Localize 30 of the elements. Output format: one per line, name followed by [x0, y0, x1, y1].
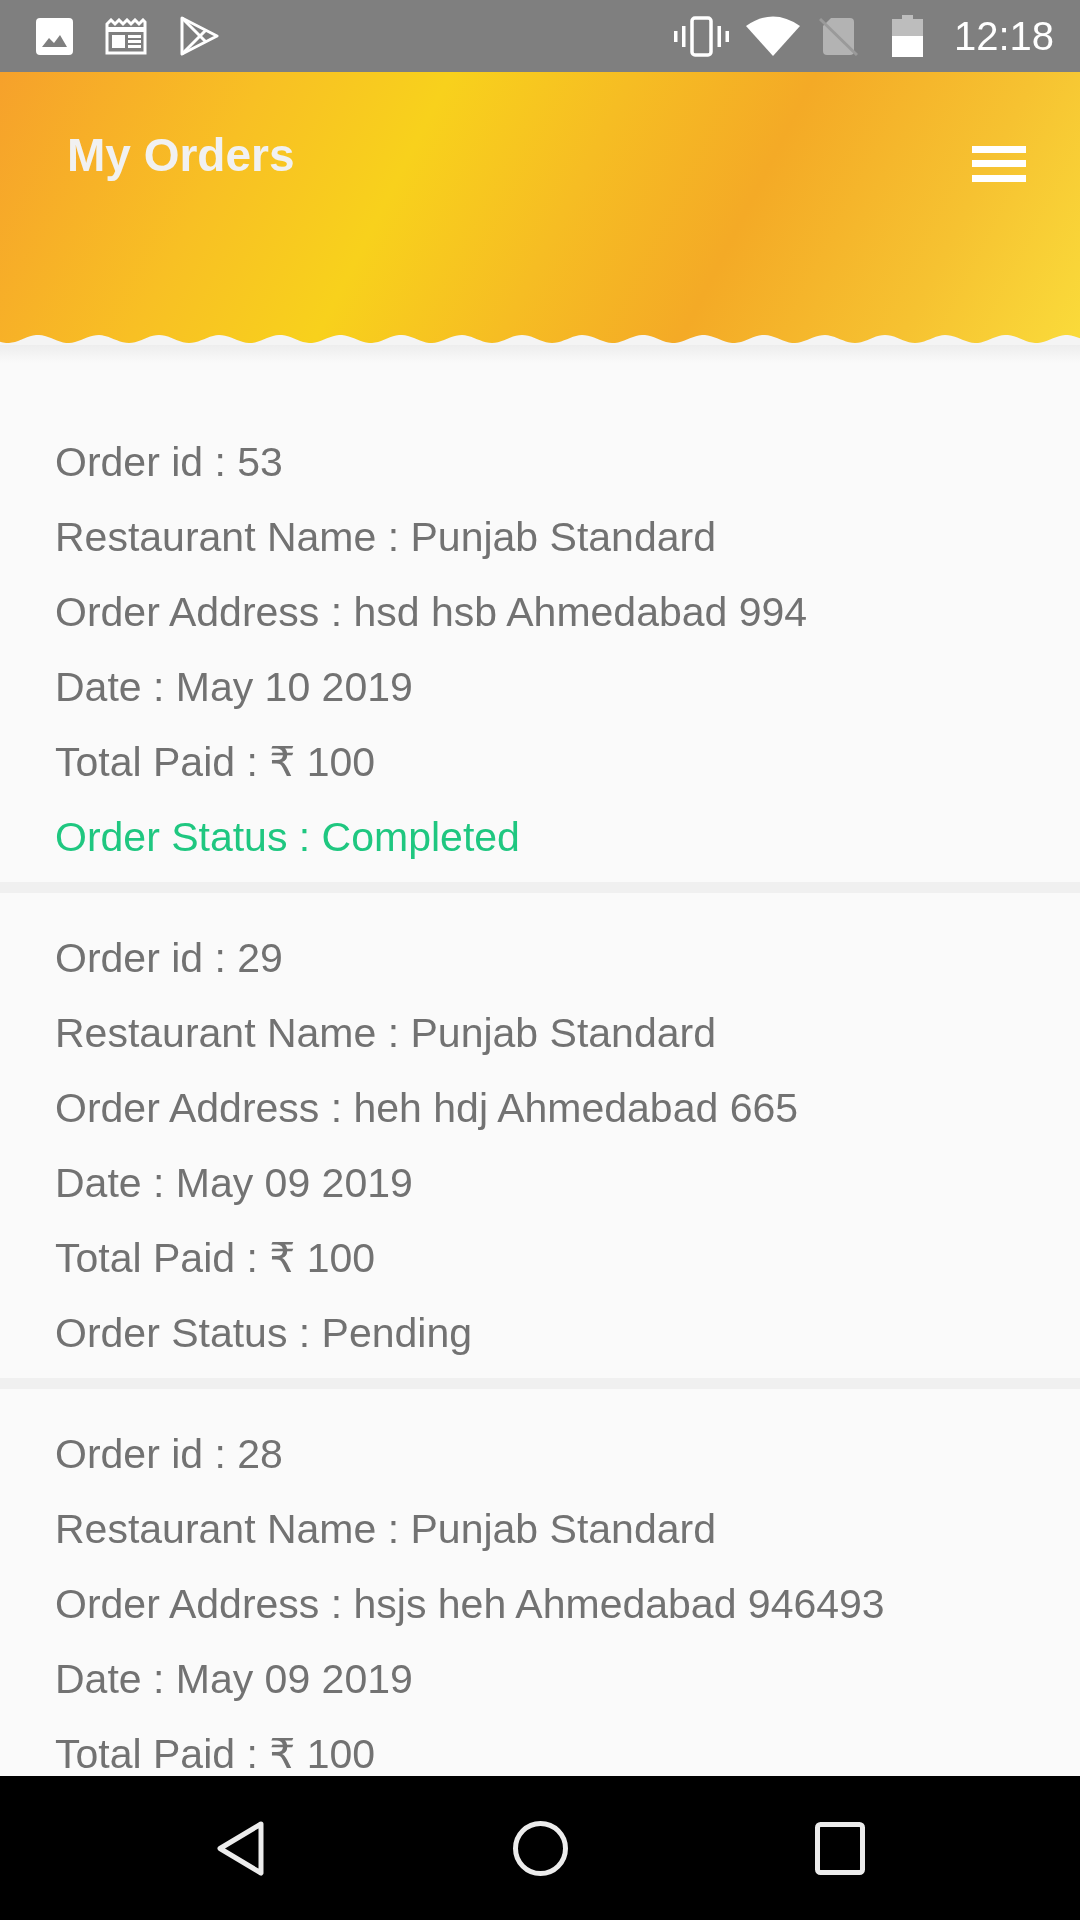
play-store-icon [179, 16, 219, 56]
total-paid-text: Total Paid : ₹ 100 [55, 1234, 376, 1283]
no-sim-icon [818, 16, 858, 56]
order-id-text: Order id : 29 [55, 934, 283, 983]
restaurant-name-text: Restaurant Name : Punjab Standard [55, 513, 716, 562]
order-date-text: Date : May 09 2019 [55, 1159, 413, 1208]
order-address-text: Order Address : hsd hsb Ahmedabad 994 [55, 588, 808, 637]
total-paid-text: Total Paid : ₹ 100 [55, 738, 376, 787]
order-id-text: Order id : 53 [55, 438, 283, 487]
order-id-text: Order id : 28 [55, 1430, 283, 1479]
clock-text: 12:18 [953, 13, 1054, 59]
order-date-text: Date : May 10 2019 [55, 663, 413, 712]
image-icon [36, 17, 73, 55]
order-status-text: Order Status : Completed [55, 813, 520, 862]
total-paid-text: Total Paid : ₹ 100 [55, 1730, 376, 1776]
order-address-text: Order Address : hsjs heh Ahmedabad 946493 [55, 1580, 885, 1629]
vibrate-icon [673, 15, 729, 57]
menu-icon [972, 146, 1026, 182]
restaurant-name-text: Restaurant Name : Punjab Standard [55, 1009, 716, 1058]
recents-icon[interactable] [815, 1821, 865, 1875]
newspaper-icon [105, 17, 147, 55]
order-address-text: Order Address : heh hdj Ahmedabad 665 [55, 1084, 799, 1133]
order-date-text: Date : May 09 2019 [55, 1655, 413, 1704]
home-icon[interactable] [512, 1820, 568, 1876]
wifi-icon [745, 16, 800, 56]
order-status-text: Order Status : Pending [55, 1309, 473, 1358]
back-icon[interactable] [216, 1820, 264, 1876]
battery-icon [891, 15, 923, 57]
page-title: My Orders [67, 129, 295, 181]
restaurant-name-text: Restaurant Name : Punjab Standard [55, 1505, 716, 1554]
